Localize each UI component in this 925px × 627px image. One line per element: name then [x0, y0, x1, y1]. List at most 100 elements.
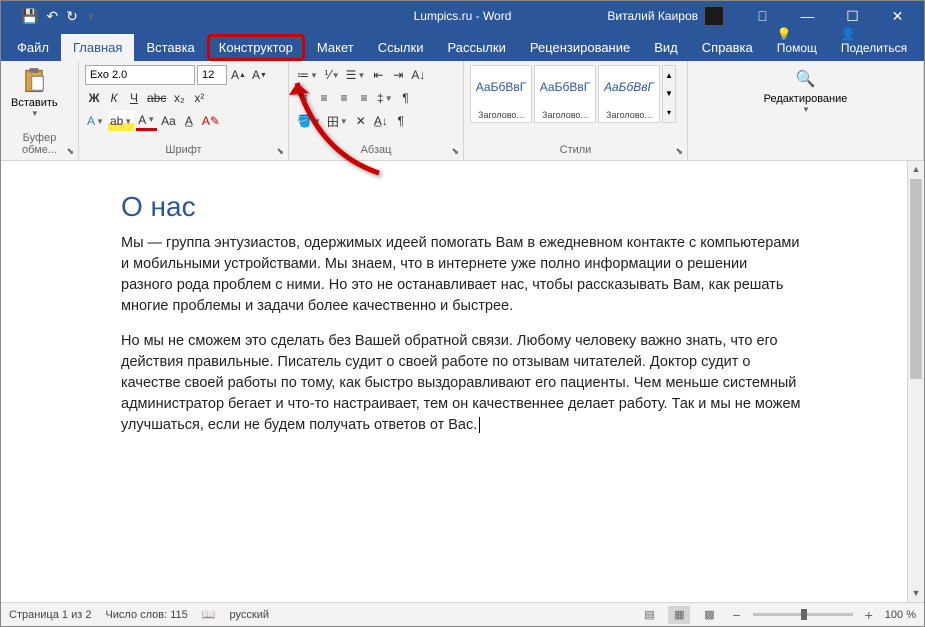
asian-layout-button[interactable]: ✕: [352, 111, 370, 131]
strike-button[interactable]: abc: [145, 88, 168, 108]
ribbon-group-editing: 🔍 Редактирование ▼: [688, 61, 924, 160]
align-left-button[interactable]: ≡: [295, 88, 313, 108]
print-layout-button[interactable]: ▦: [668, 606, 690, 624]
pilcrow-button[interactable]: ¶: [392, 111, 410, 131]
tab-review[interactable]: Рецензирование: [518, 34, 642, 61]
tab-view[interactable]: Вид: [642, 34, 690, 61]
tab-layout[interactable]: Макет: [305, 34, 366, 61]
tab-references[interactable]: Ссылки: [366, 34, 436, 61]
line-spacing-button[interactable]: ‡▼: [375, 88, 395, 108]
tab-design[interactable]: Конструктор: [207, 34, 305, 61]
search-icon: 🔍: [796, 69, 816, 89]
bold-button[interactable]: Ж: [85, 88, 103, 108]
zoom-slider[interactable]: [753, 613, 853, 616]
ribbon-group-font: A▲ A▼ Ж К Ч abc x₂ x² A▼ ab▼ A▼ Aa A̲: [79, 61, 289, 160]
editing-label: Редактирование: [764, 93, 848, 105]
font-color-button[interactable]: A▼: [136, 111, 157, 131]
increase-indent-button[interactable]: ⇥: [389, 65, 407, 85]
style-item-2[interactable]: АаБбВвГ Заголово...: [534, 65, 596, 123]
clear-format-button[interactable]: A✎: [200, 111, 222, 131]
paste-dropdown-icon[interactable]: ▼: [31, 109, 39, 118]
clipboard-dialog-launcher-icon[interactable]: ⬊: [66, 146, 74, 157]
style-preview: АаБбВвГ: [599, 66, 659, 108]
redo-icon[interactable]: ↻: [66, 8, 78, 25]
show-marks-button[interactable]: ¶: [397, 88, 415, 108]
style-item-3[interactable]: АаБбВвГ Заголово...: [598, 65, 660, 123]
document-paragraph-1: Мы — группа энтузиастов, одержимых идеей…: [121, 233, 801, 317]
justify-button[interactable]: ≡: [355, 88, 373, 108]
text-effects-button[interactable]: A▼: [85, 111, 106, 131]
word-count[interactable]: Число слов: 115: [105, 609, 187, 621]
scroll-down-icon[interactable]: ▼: [908, 585, 924, 602]
style-preview: АаБбВвГ: [535, 66, 595, 108]
chevron-up-icon[interactable]: ▲: [663, 71, 675, 80]
subscript-button[interactable]: x₂: [170, 88, 188, 108]
numbering-button[interactable]: ⅟▼: [322, 65, 342, 85]
bullets-button[interactable]: ≔▼: [295, 65, 320, 85]
multilevel-button[interactable]: ☰▼: [344, 65, 368, 85]
borders-button[interactable]: 田▼: [325, 111, 350, 131]
document-area[interactable]: О нас Мы — группа энтузиастов, одержимых…: [1, 161, 924, 602]
editing-button[interactable]: 🔍 Редактирование ▼: [756, 65, 856, 118]
scroll-up-icon[interactable]: ▲: [908, 161, 924, 178]
paragraph-group-label: Абзац: [295, 142, 457, 158]
tab-help[interactable]: Справка: [690, 34, 765, 61]
shading-button[interactable]: 🪣▼: [295, 111, 323, 131]
save-icon[interactable]: 💾: [21, 8, 38, 25]
shrink-font-button[interactable]: A▼: [250, 65, 269, 85]
align-right-button[interactable]: ≡: [335, 88, 353, 108]
tab-mailings[interactable]: Рассылки: [435, 34, 517, 61]
highlight-button[interactable]: ab▼: [108, 111, 134, 131]
ribbon-group-clipboard: Вставить ▼ Буфер обме... ⬊: [1, 61, 79, 160]
style-item-1[interactable]: АаБбВвГ Заголово...: [470, 65, 532, 123]
change-case-button[interactable]: Aa: [159, 111, 178, 131]
tab-insert[interactable]: Вставка: [134, 34, 206, 61]
font-size-combo[interactable]: [197, 65, 227, 85]
para-sort-button[interactable]: A̲↓: [372, 111, 390, 131]
document-page: О нас Мы — группа энтузиастов, одержимых…: [1, 161, 924, 436]
italic-button[interactable]: К: [105, 88, 123, 108]
scroll-thumb[interactable]: [910, 179, 922, 379]
tab-home[interactable]: Главная: [61, 34, 134, 61]
paste-label: Вставить: [11, 97, 58, 109]
share-button[interactable]: 👤 Поделиться: [829, 21, 919, 61]
qat-dropdown-icon[interactable]: ▼: [87, 12, 95, 21]
styles-dialog-launcher-icon[interactable]: ⬊: [675, 146, 683, 157]
font-dialog-launcher-icon[interactable]: ⬊: [276, 146, 284, 157]
zoom-level[interactable]: 100 %: [885, 609, 916, 621]
tab-file[interactable]: Файл: [5, 34, 61, 61]
style-name: Заголово...: [471, 108, 531, 122]
font-name-combo[interactable]: [85, 65, 195, 85]
web-layout-button[interactable]: ▩: [698, 606, 720, 624]
grow-font-button[interactable]: A▲: [229, 65, 248, 85]
proofing-icon[interactable]: 📖: [202, 608, 216, 621]
clipboard-group-label: Буфер обме...: [7, 130, 72, 158]
style-name: Заголово...: [599, 108, 659, 122]
zoom-out-button[interactable]: −: [728, 607, 744, 623]
page-indicator[interactable]: Страница 1 из 2: [9, 609, 91, 621]
underline-button[interactable]: Ч: [125, 88, 143, 108]
language-indicator[interactable]: русский: [230, 609, 269, 621]
ribbon-group-styles: АаБбВвГ Заголово... АаБбВвГ Заголово... …: [464, 61, 688, 160]
read-mode-button[interactable]: ▤: [638, 606, 660, 624]
vertical-scrollbar[interactable]: ▲ ▼: [907, 161, 924, 602]
superscript-button[interactable]: x²: [190, 88, 208, 108]
style-preview: АаБбВвГ: [471, 66, 531, 108]
paste-button[interactable]: Вставить ▼: [7, 65, 62, 120]
paragraph-dialog-launcher-icon[interactable]: ⬊: [451, 146, 459, 157]
decrease-indent-button[interactable]: ⇤: [369, 65, 387, 85]
chevron-down-icon[interactable]: ▼: [663, 89, 675, 98]
char-border-button[interactable]: A̲: [180, 111, 198, 131]
zoom-slider-thumb[interactable]: [801, 609, 807, 620]
document-heading: О нас: [121, 191, 864, 223]
style-name: Заголово...: [535, 108, 595, 122]
more-styles-icon[interactable]: ▾: [663, 108, 675, 117]
tell-me-button[interactable]: 💡 Помощ: [765, 21, 829, 61]
styles-group-label: Стили: [470, 142, 681, 158]
user-avatar[interactable]: [704, 6, 724, 26]
zoom-in-button[interactable]: +: [861, 607, 877, 623]
align-center-button[interactable]: ≡: [315, 88, 333, 108]
sort-button[interactable]: A↓: [409, 65, 427, 85]
undo-icon[interactable]: ↶: [46, 8, 58, 25]
styles-gallery-more[interactable]: ▲ ▼ ▾: [662, 65, 676, 123]
